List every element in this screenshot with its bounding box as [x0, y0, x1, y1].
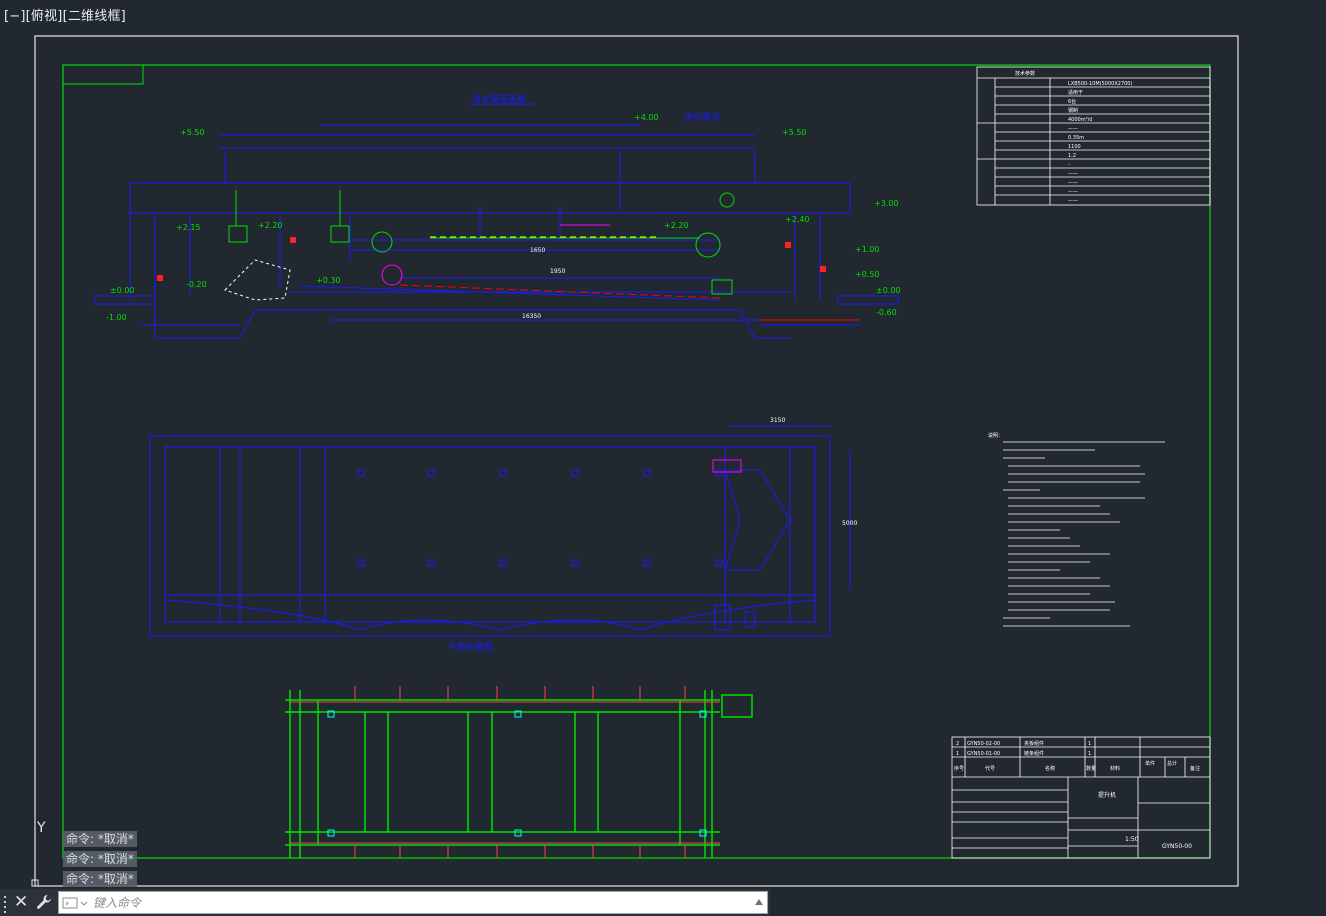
elev-label: +5.50 — [180, 128, 205, 137]
table-cell: —— — [1068, 171, 1078, 177]
bom-cell: 1 — [1088, 741, 1091, 747]
dim-label: 1650 — [530, 247, 545, 254]
drawing-frame — [62, 64, 1211, 859]
elev-label: +4.00 — [634, 113, 659, 122]
command-history-line: 命令: *取消* — [63, 851, 137, 867]
elev-label: +1.00 — [855, 245, 880, 254]
elev-label: -1.00 — [106, 313, 127, 322]
table-cell: —— — [1068, 189, 1078, 195]
frame-corner-box — [62, 64, 144, 85]
table-cell: 1100 — [1068, 144, 1081, 150]
bom-header: 数量 — [1086, 765, 1096, 772]
command-bar: ✕ — [0, 889, 770, 916]
command-history-line: 命令: *取消* — [63, 871, 137, 887]
elev-label: ±0.00 — [110, 286, 135, 295]
table-cell: —— — [1068, 126, 1078, 132]
section-view — [94, 124, 899, 339]
plan-title: 平面布置图 — [448, 641, 493, 653]
elev-label: +0.50 — [855, 270, 880, 279]
frame-cyan-nodes — [327, 710, 707, 837]
title-block: 2 GYN50-02-00 夹板组件 1 1 GYN50-01-00 链条组件 … — [951, 736, 1211, 859]
bom-header: 名称 — [1045, 765, 1055, 772]
table-cell: 4000m³/d — [1068, 117, 1092, 123]
bom-cell: 1 — [1088, 751, 1091, 757]
elev-label: +2.20 — [664, 221, 689, 230]
frame-view — [285, 690, 753, 858]
wrench-icon[interactable] — [35, 893, 53, 911]
command-prompt-icon[interactable] — [62, 896, 90, 910]
table-cell: —— — [1068, 180, 1078, 186]
command-input-box[interactable] — [58, 891, 768, 914]
dim-label: 5000 — [842, 520, 857, 527]
bom-header: 材料 — [1110, 765, 1120, 772]
table-cell: - — [1068, 162, 1070, 168]
title-block-name: 提升机 — [1098, 791, 1116, 799]
dim-label: 1950 — [550, 268, 565, 275]
title-block-scale: 1:50 — [1125, 836, 1139, 843]
elev-label: +2.20 — [258, 221, 283, 230]
drawing-canvas[interactable]: +5.50 +4.00 +5.50 +3.00 +2.20 +2.20 +2.4… — [0, 0, 1326, 890]
table-cell: 6台 — [1068, 98, 1076, 105]
command-bar-grip[interactable] — [4, 895, 10, 913]
bom-header: 代号 — [985, 765, 995, 772]
parameter-table: 技术参数 LXB500-10M(5000X2700) 适用于 6台 钢制 400… — [976, 66, 1211, 206]
notes-heading: 说明： — [988, 432, 1003, 439]
ucs-y-label: Y — [36, 820, 46, 836]
elev-label: +0.30 — [316, 276, 341, 285]
dim-label: 3150 — [770, 417, 785, 424]
ucs-icon: Y — [31, 820, 46, 887]
elev-label: -0.60 — [876, 308, 897, 317]
bom-cell: GYN50-02-00 — [967, 741, 1000, 747]
table-cell: 钢制 — [1068, 107, 1078, 114]
elev-label: +2.15 — [176, 223, 201, 232]
elev-label: +2.40 — [785, 215, 810, 224]
bom-header: 单件 — [1145, 760, 1155, 767]
elev-label: +3.00 — [874, 199, 899, 208]
bom-cell: 1 — [956, 751, 959, 757]
command-input[interactable] — [93, 893, 743, 912]
table-cell: LXB500-10M(5000X2700) — [1068, 81, 1132, 87]
bom-header: 序号 — [954, 765, 964, 772]
section-title: 进水渠道 — [684, 111, 720, 123]
table-cell: 1:2 — [1068, 153, 1076, 159]
section-annotations: 进水渠道盖板 进水渠道 1650 1950 16350 — [157, 93, 860, 321]
bom-cell: 夹板组件 — [1024, 740, 1044, 747]
dim-label: 16350 — [522, 313, 541, 320]
elev-label: +5.50 — [782, 128, 807, 137]
bom-cell: GYN50-01-00 — [967, 751, 1000, 757]
table-cell: 0.35m — [1068, 135, 1084, 141]
bom-cell: 2 — [956, 741, 959, 747]
bom-cell: 链条组件 — [1024, 750, 1044, 757]
plan-view: 3150 5000 平面布置图 — [149, 417, 857, 653]
table-cell: —— — [1068, 198, 1078, 204]
command-history-line: 命令: *取消* — [63, 831, 137, 847]
section-green-items: +5.50 +4.00 +5.50 +3.00 +2.20 +2.20 +2.4… — [106, 113, 901, 322]
section-title: 进水渠道盖板 — [472, 93, 526, 105]
notes-block: 说明： — [988, 432, 1165, 627]
elev-label: -0.20 — [186, 280, 207, 289]
layout-sheet-border — [34, 35, 1239, 887]
bom-header: 备注 — [1190, 765, 1200, 772]
chevron-up-icon[interactable] — [755, 899, 763, 905]
elev-label: ±0.00 — [876, 286, 901, 295]
close-icon[interactable]: ✕ — [14, 892, 30, 912]
table-title: 技术参数 — [1015, 70, 1035, 77]
table-cell: 适用于 — [1068, 89, 1083, 96]
title-block-drawing-no: GYN50-00 — [1162, 843, 1192, 850]
bom-header: 总计 — [1167, 760, 1177, 767]
